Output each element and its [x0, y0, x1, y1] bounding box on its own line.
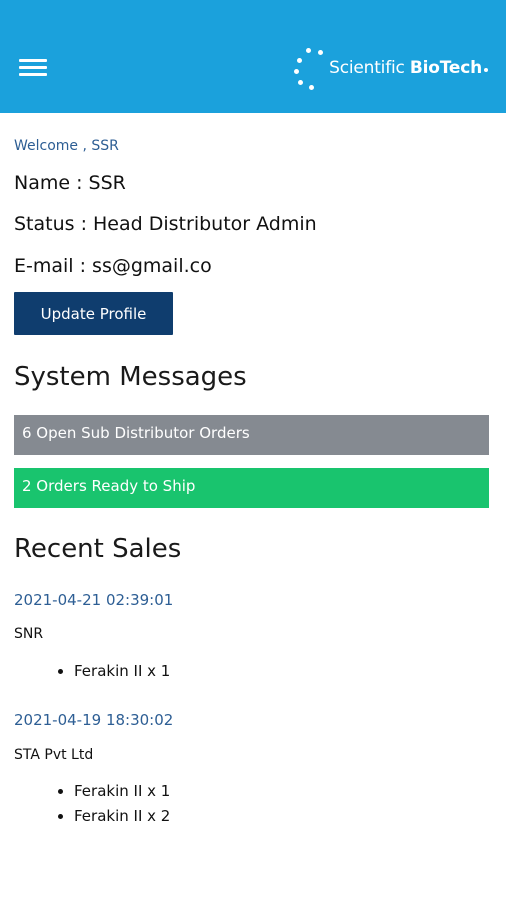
- update-profile-button[interactable]: Update Profile: [14, 292, 173, 335]
- app-header: Scientific BioTech: [0, 0, 506, 113]
- message-text: 2 Orders Ready to Ship: [22, 477, 196, 495]
- sale-customer: STA Pvt Ltd: [14, 747, 94, 763]
- list-item: Ferakin II x 1: [74, 659, 170, 684]
- profile-status: Status : Head Distributor Admin: [14, 213, 317, 235]
- recent-sales-heading: Recent Sales: [14, 534, 182, 564]
- system-messages-heading: System Messages: [14, 362, 247, 392]
- ready-to-ship-message[interactable]: 2 Orders Ready to Ship: [14, 468, 489, 508]
- logo-dots-icon: [292, 44, 328, 92]
- sale-customer: SNR: [14, 626, 44, 642]
- profile-email: E-mail : ss@gmail.co: [14, 255, 212, 277]
- message-text: 6 Open Sub Distributor Orders: [22, 424, 250, 442]
- sale-date: 2021-04-21 02:39:01: [14, 591, 174, 609]
- open-orders-message[interactable]: 6 Open Sub Distributor Orders: [14, 415, 489, 455]
- hamburger-menu-icon[interactable]: [19, 59, 47, 79]
- list-item: Ferakin II x 1: [74, 779, 170, 804]
- brand-logo: Scientific BioTech: [292, 44, 488, 92]
- profile-name: Name : SSR: [14, 172, 126, 194]
- brand-name: Scientific BioTech: [329, 58, 488, 78]
- sale-date: 2021-04-19 18:30:02: [14, 711, 174, 729]
- sale-items-list: Ferakin II x 1: [50, 659, 170, 684]
- list-item: Ferakin II x 2: [74, 804, 170, 829]
- sale-items-list: Ferakin II x 1 Ferakin II x 2: [50, 779, 170, 829]
- welcome-text: Welcome , SSR: [14, 138, 119, 154]
